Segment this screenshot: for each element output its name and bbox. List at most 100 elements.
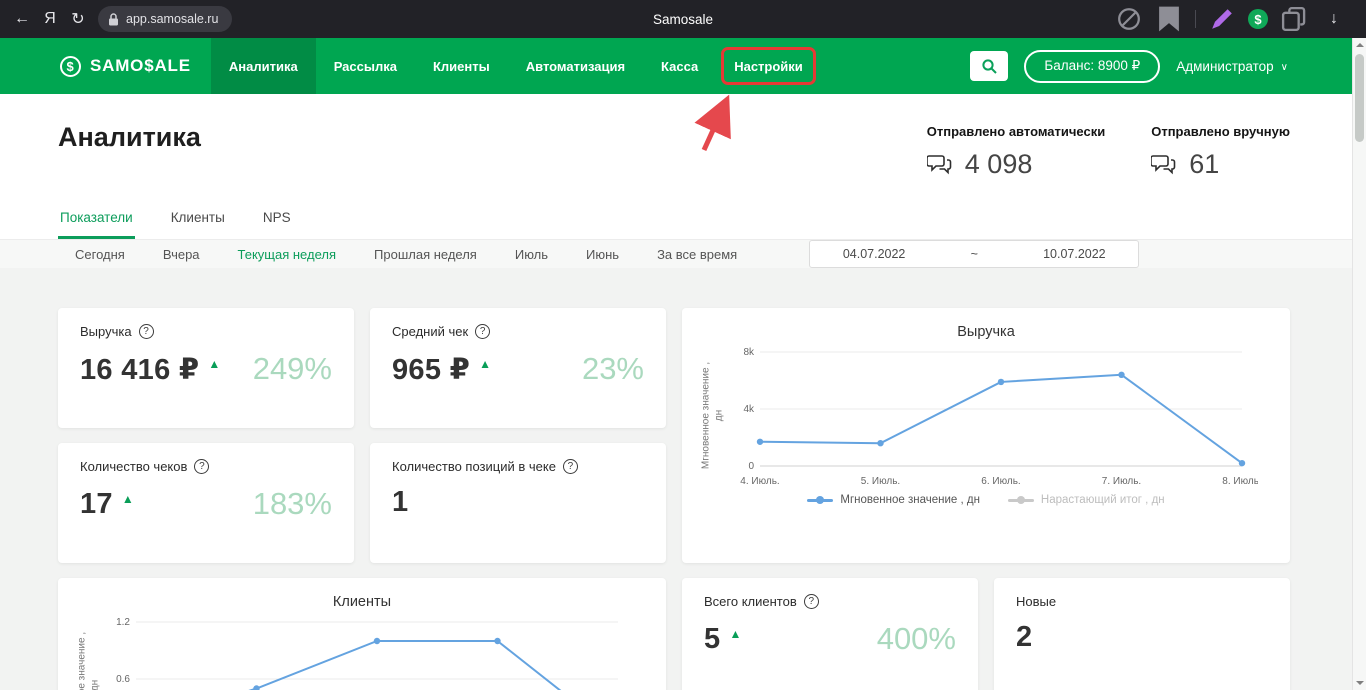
legend-instant-value[interactable]: Мгновенное значение , дн	[807, 494, 980, 506]
tab-indicators[interactable]: Показатели	[58, 210, 135, 239]
user-name: Администратор	[1176, 58, 1274, 74]
filter-last-week[interactable]: Прошлая неделя	[374, 247, 477, 262]
scrollbar-thumb[interactable]	[1355, 54, 1364, 142]
chat-bubbles-icon	[1151, 155, 1176, 175]
help-icon[interactable]: ?	[803, 594, 819, 609]
card-check-count-label: Количество чеков	[80, 459, 188, 474]
date-range-picker[interactable]: 04.07.2022 ~ 10.07.2022	[809, 240, 1140, 268]
reload-icon[interactable]: ↻	[64, 5, 92, 33]
card-check-count: Количество чеков ? 17 ▲ 183%	[58, 443, 354, 563]
yandex-browser-icon[interactable]: Я	[36, 5, 64, 33]
lock-icon	[109, 12, 118, 25]
svg-text:8k: 8k	[743, 347, 755, 358]
chat-bubbles-icon	[926, 155, 952, 175]
tab-clients[interactable]: Клиенты	[169, 210, 227, 239]
card-revenue-value: 16 416 ₽	[80, 353, 200, 386]
svg-text:4. Июль.: 4. Июль.	[740, 476, 779, 487]
app-window: ← Я ↻ app.samosale.ru Samosale $ ↓ $ SAM…	[0, 0, 1366, 690]
legend-line-icon	[1007, 496, 1034, 504]
logo-text: SAMO$ALE	[90, 56, 191, 75]
help-icon[interactable]: ?	[475, 324, 491, 339]
card-avg-check: Средний чек ? 965 ₽ ▲ 23%	[370, 308, 666, 428]
messenger-icon[interactable]	[1115, 5, 1143, 33]
svg-text:6. Июль.: 6. Июль.	[981, 476, 1020, 487]
filter-july[interactable]: Июль	[515, 247, 548, 262]
card-avg-check-percent: 23%	[581, 351, 644, 386]
card-check-count-percent: 183%	[252, 486, 332, 521]
date-to[interactable]: 10.07.2022	[1043, 247, 1106, 261]
collections-icon[interactable]	[1280, 5, 1308, 33]
nav-item-mailing[interactable]: Рассылка	[316, 38, 415, 94]
user-menu[interactable]: Администратор ∨	[1176, 59, 1288, 74]
card-revenue-percent: 249%	[252, 351, 332, 386]
revenue-line-chart: 0 4k 8k 4. Июль. 5. Июль. 6. Июль. 7. Июль. 8. …	[740, 347, 1258, 487]
analytics-tabs: Показатели Клиенты NPS	[58, 210, 1290, 239]
download-icon[interactable]: ↓	[1320, 5, 1348, 33]
revenue-chart-ylabel-wrap: Мгновенное значение , дн	[698, 342, 728, 492]
stat-auto-sent-value: 4 098	[964, 149, 1033, 179]
revenue-chart-ylabel: Мгновенное значение , дн	[700, 361, 725, 470]
filter-current-week[interactable]: Текущая неделя	[238, 247, 336, 262]
nav-item-settings-label: Настройки	[734, 58, 803, 74]
svg-text:4k: 4k	[743, 404, 755, 415]
card-new-clients-value: 2	[1016, 621, 1033, 653]
navbar-right: Баланс: 8900 ₽ Администратор ∨	[970, 49, 1288, 83]
card-total-clients-percent: 400%	[876, 621, 956, 656]
clients-chart-title: Клиенты	[332, 594, 392, 610]
nav-item-analytics[interactable]: Аналитика	[210, 38, 316, 94]
bookmark-icon[interactable]	[1155, 5, 1183, 33]
scroll-down-icon[interactable]	[1355, 681, 1364, 685]
help-icon[interactable]: ?	[138, 324, 154, 339]
nav-item-automation[interactable]: Автоматизация	[508, 38, 643, 94]
samosale-logo[interactable]: $ SAMO$ALE	[60, 55, 191, 77]
legend-cumulative-label: Нарастающий итог , дн	[1040, 494, 1165, 506]
search-icon	[982, 58, 997, 74]
legend-instant-label: Мгновенное значение , дн	[840, 494, 980, 506]
svg-text:1.2: 1.2	[116, 617, 130, 628]
trend-up-icon: ▲	[121, 492, 134, 506]
tab-nps[interactable]: NPS	[261, 210, 293, 239]
filter-yesterday[interactable]: Вчера	[163, 247, 200, 262]
svg-text:0.6: 0.6	[116, 674, 130, 685]
scroll-up-icon[interactable]	[1355, 43, 1364, 47]
url-text: app.samosale.ru	[126, 12, 219, 26]
svg-text:7. Июль.: 7. Июль.	[1102, 476, 1141, 487]
stat-auto-sent-label: Отправлено автоматически	[926, 124, 1106, 139]
main-navbar: $ SAMO$ALE Аналитика Рассылка Клиенты Ав…	[0, 38, 1366, 152]
trend-up-icon: ▲	[208, 357, 221, 371]
revenue-chart-title: Выручка	[957, 324, 1015, 340]
page-header: Аналитика Отправлено автоматически 4 098	[0, 94, 1366, 239]
card-avg-check-label: Средний чек	[392, 324, 469, 339]
filter-all-time[interactable]: За все время	[657, 247, 737, 262]
stat-manual-sent-value: 61	[1189, 149, 1220, 179]
card-avg-check-value: 965 ₽	[392, 353, 471, 386]
card-positions-per-check: Количество позиций в чеке ? 1	[370, 443, 666, 563]
nav-item-settings[interactable]: Настройки	[694, 38, 821, 152]
chevron-down-icon: ∨	[1280, 61, 1288, 73]
balance-button[interactable]: Баланс: 8900 ₽	[1024, 49, 1161, 83]
send-stats: Отправлено автоматически 4 098 Отправлен…	[926, 124, 1290, 180]
nav-item-clients[interactable]: Клиенты	[415, 38, 508, 94]
back-icon[interactable]: ←	[8, 5, 36, 33]
svg-text:0: 0	[748, 461, 754, 472]
page-scrollbar[interactable]	[1352, 38, 1366, 690]
address-bar[interactable]: app.samosale.ru	[98, 6, 233, 32]
filter-today[interactable]: Сегодня	[75, 247, 125, 262]
toolbar-divider	[1195, 10, 1196, 28]
search-button[interactable]	[970, 51, 1009, 81]
pen-icon[interactable]	[1208, 5, 1236, 33]
legend-cumulative-total[interactable]: Нарастающий итог , дн	[1007, 494, 1165, 506]
main-content: Аналитика Отправлено автоматически 4 098	[0, 94, 1366, 690]
card-positions-label: Количество позиций в чеке	[392, 459, 556, 474]
trend-up-icon: ▲	[729, 627, 742, 641]
help-icon[interactable]: ?	[562, 459, 578, 474]
clients-line-chart: 00.61.24. Июль.5. Июль.6. Июль.7. Июль.8…	[116, 617, 618, 690]
help-icon[interactable]: ?	[194, 459, 210, 474]
nav-item-cashdesk[interactable]: Касса	[643, 38, 716, 94]
card-total-clients: Всего клиентов ? 5 ▲ 400%	[682, 578, 978, 690]
card-positions-value: 1	[392, 486, 409, 518]
date-from[interactable]: 04.07.2022	[843, 247, 906, 261]
svg-text:5. Июль.: 5. Июль.	[861, 476, 900, 487]
samosale-extension-icon[interactable]: $	[1248, 9, 1268, 29]
filter-june[interactable]: Июнь	[586, 247, 619, 262]
